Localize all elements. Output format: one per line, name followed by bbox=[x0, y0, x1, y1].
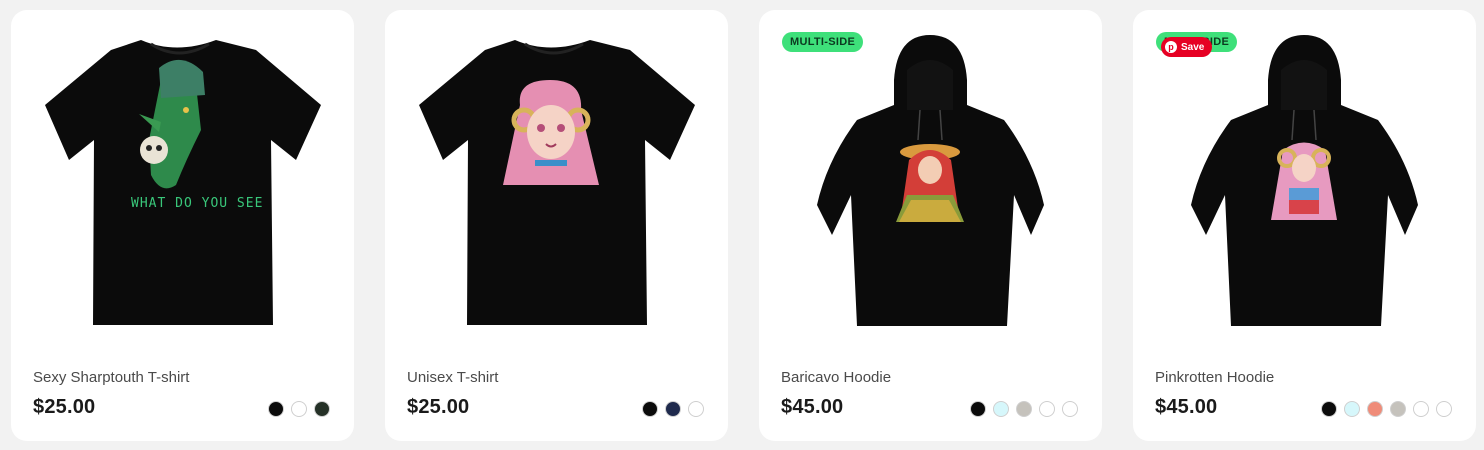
product-card[interactable]: MULTI-SIDE p Save Pinkrotten Hoodie $45.… bbox=[1133, 10, 1476, 441]
color-swatch[interactable] bbox=[970, 401, 986, 417]
product-image[interactable] bbox=[385, 10, 728, 355]
color-swatch[interactable] bbox=[665, 401, 681, 417]
product-price: $25.00 bbox=[33, 396, 96, 418]
color-swatch[interactable] bbox=[1321, 401, 1337, 417]
color-swatch[interactable] bbox=[1016, 401, 1032, 417]
color-swatches bbox=[268, 401, 330, 417]
color-swatch[interactable] bbox=[268, 401, 284, 417]
pinterest-save-label: Save bbox=[1181, 41, 1205, 53]
color-swatch[interactable] bbox=[642, 401, 658, 417]
color-swatch[interactable] bbox=[1062, 401, 1078, 417]
color-swatch[interactable] bbox=[688, 401, 704, 417]
product-name[interactable]: Baricavo Hoodie bbox=[781, 369, 891, 386]
product-name[interactable]: Pinkrotten Hoodie bbox=[1155, 369, 1274, 386]
pinterest-icon: p bbox=[1165, 41, 1177, 53]
product-card[interactable]: WHAT DO YOU SEE Sexy Sharptouth T-shirt … bbox=[11, 10, 354, 441]
color-swatch[interactable] bbox=[1413, 401, 1429, 417]
color-swatch[interactable] bbox=[291, 401, 307, 417]
product-price: $45.00 bbox=[781, 396, 844, 418]
product-image[interactable]: WHAT DO YOU SEE bbox=[11, 10, 354, 355]
color-swatch[interactable] bbox=[314, 401, 330, 417]
product-price: $45.00 bbox=[1155, 396, 1218, 418]
product-card[interactable]: MULTI-SIDE Baricavo Hoodie $45.00 bbox=[759, 10, 1102, 441]
color-swatches bbox=[1321, 401, 1452, 417]
print-text: WHAT DO YOU SEE bbox=[131, 196, 264, 211]
product-grid: WHAT DO YOU SEE Sexy Sharptouth T-shirt … bbox=[0, 0, 1484, 450]
color-swatch[interactable] bbox=[1039, 401, 1055, 417]
product-image[interactable]: MULTI-SIDE bbox=[759, 10, 1102, 355]
multi-side-badge: MULTI-SIDE bbox=[782, 32, 864, 52]
product-image[interactable]: MULTI-SIDE p Save bbox=[1133, 10, 1476, 355]
product-card[interactable]: Unisex T-shirt $25.00 bbox=[385, 10, 728, 441]
color-swatch[interactable] bbox=[1390, 401, 1406, 417]
product-name[interactable]: Unisex T-shirt bbox=[407, 369, 498, 386]
color-swatch[interactable] bbox=[1367, 401, 1383, 417]
product-name[interactable]: Sexy Sharptouth T-shirt bbox=[33, 369, 189, 386]
color-swatches bbox=[970, 401, 1078, 417]
color-swatch[interactable] bbox=[993, 401, 1009, 417]
product-price: $25.00 bbox=[407, 396, 470, 418]
color-swatches bbox=[642, 401, 704, 417]
color-swatch[interactable] bbox=[1436, 401, 1452, 417]
pinterest-save-button[interactable]: p Save bbox=[1161, 37, 1213, 57]
color-swatch[interactable] bbox=[1344, 401, 1360, 417]
